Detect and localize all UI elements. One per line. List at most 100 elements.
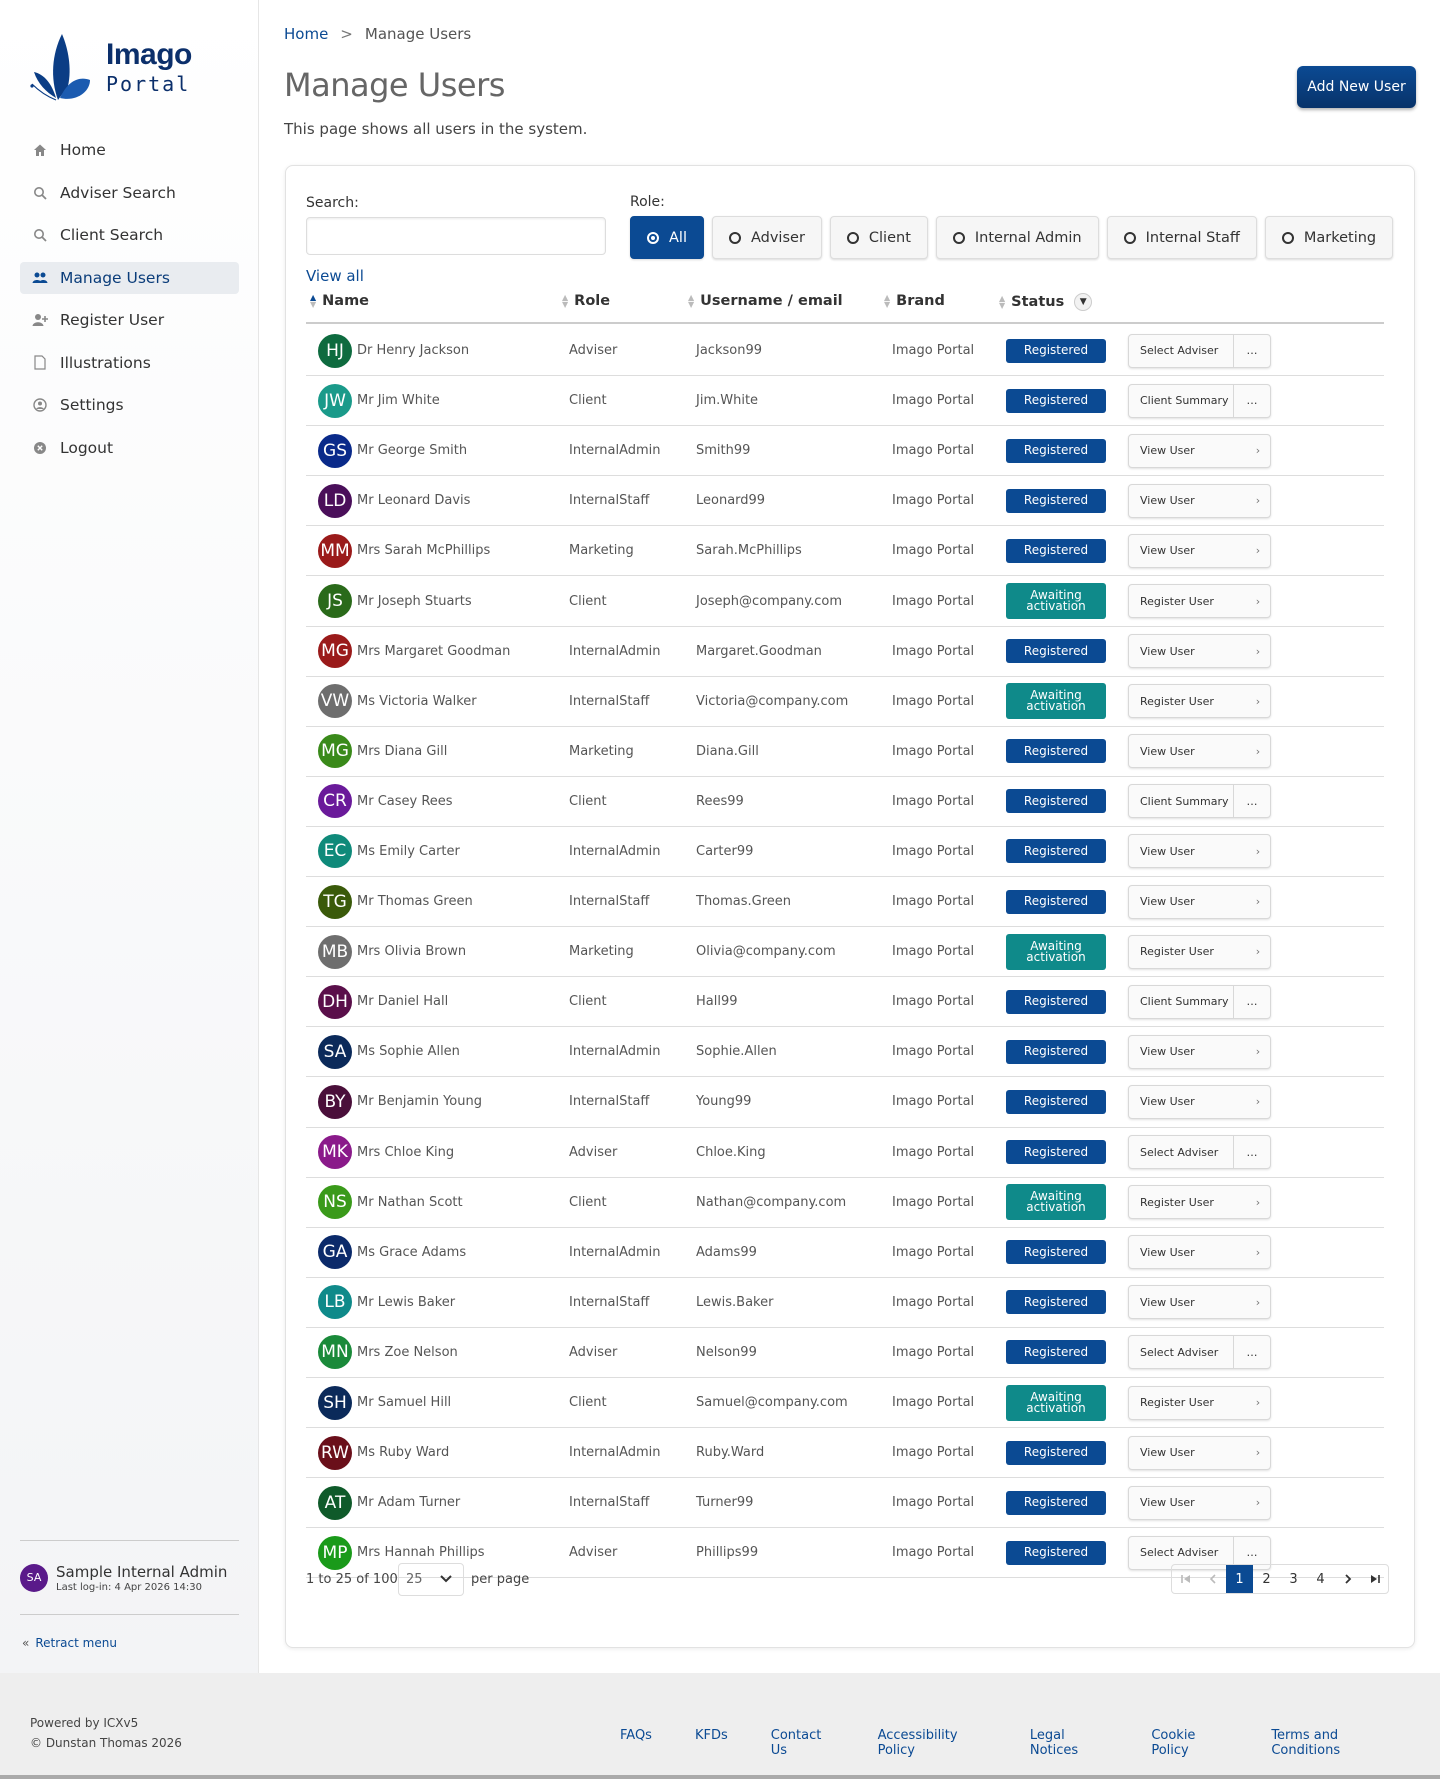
last-login: Last log-in: 4 Apr 2026 14:30	[56, 1581, 202, 1593]
footer-link-accessibility-policy[interactable]: Accessibility Policy	[878, 1728, 987, 1758]
sidebar-item-register-user[interactable]: Register User	[20, 304, 239, 336]
row-action-button[interactable]: View User ›	[1128, 1034, 1271, 1069]
row-action-button[interactable]: Register User ›	[1128, 934, 1271, 969]
current-user[interactable]: SA Sample Internal Admin Last log-in: 4 …	[20, 1540, 239, 1615]
first-page-icon[interactable]	[1172, 1565, 1199, 1593]
action-cell: Register User ›	[1128, 576, 1271, 625]
more-options-button[interactable]: …	[1233, 985, 1270, 1018]
row-action-button[interactable]: View User ›	[1128, 634, 1271, 669]
avatar: BY	[318, 1084, 352, 1119]
row-action-button[interactable]: Register User ›	[1128, 584, 1271, 619]
role-filter-internal-admin[interactable]: Internal Admin	[935, 216, 1099, 259]
logo[interactable]: Imago Portal	[28, 28, 198, 108]
footer-link-faqs[interactable]: FAQs	[620, 1728, 652, 1758]
role-cell: Client	[569, 393, 607, 409]
status-cell: Registered	[1006, 1328, 1106, 1377]
row-action-button[interactable]: View User ›	[1128, 834, 1271, 869]
user-full-name: Ms Grace Adams	[357, 1244, 467, 1260]
footer-link-terms-and-conditions[interactable]: Terms and Conditions	[1271, 1728, 1397, 1758]
action-label: Register User	[1140, 594, 1214, 608]
role-filter-all[interactable]: All	[630, 216, 704, 259]
name-cell: JW Mr Jim White	[318, 376, 440, 425]
avatar: AT	[318, 1485, 352, 1520]
footer-link-legal-notices[interactable]: Legal Notices	[1030, 1728, 1108, 1758]
column-header-label: Username / email	[700, 293, 843, 309]
row-action-button[interactable]: View User ›	[1128, 483, 1271, 518]
avatar: MM	[318, 533, 352, 568]
per-page-select[interactable]: 25	[398, 1563, 464, 1596]
action-label: Register User	[1140, 945, 1214, 959]
brand-cell: Imago Portal	[892, 443, 975, 459]
row-action-button[interactable]: View User ›	[1128, 1235, 1271, 1270]
users-card: Search: View all Role: All Adviser Client I…	[285, 165, 1415, 1648]
role-cell: InternalStaff	[569, 1495, 650, 1511]
row-action-button[interactable]: Client Summary…	[1128, 784, 1271, 819]
more-options-button[interactable]: …	[1233, 334, 1270, 367]
action-label: Select Adviser	[1140, 344, 1219, 358]
footer-link-contact-us[interactable]: Contact Us	[771, 1728, 835, 1758]
row-action-button[interactable]: View User ›	[1128, 533, 1271, 568]
more-options-button[interactable]: …	[1233, 1136, 1270, 1169]
column-header-status[interactable]: ▲ ▼ Status ▼	[999, 293, 1093, 311]
add-new-user-button[interactable]: Add New User	[1297, 66, 1416, 108]
role-filter-adviser[interactable]: Adviser	[711, 216, 822, 259]
role-cell: InternalAdmin	[569, 1445, 661, 1461]
column-header-brand[interactable]: ▲ ▼ Brand	[884, 293, 945, 309]
footer-link-cookie-policy[interactable]: Cookie Policy	[1151, 1728, 1228, 1758]
radio-icon	[728, 231, 741, 244]
column-header-name[interactable]: ▲ ▼ Name	[310, 293, 369, 309]
more-options-button[interactable]: …	[1233, 1336, 1270, 1369]
row-action-button[interactable]: Select Adviser…	[1128, 1335, 1271, 1370]
next-page-icon[interactable]	[1334, 1565, 1361, 1593]
brand-cell: Imago Portal	[892, 343, 975, 359]
page-1-button[interactable]: 1	[1226, 1565, 1253, 1593]
sidebar-item-client-search[interactable]: Client Search	[20, 219, 239, 251]
page-4-button[interactable]: 4	[1307, 1565, 1334, 1593]
row-action-button[interactable]: View User ›	[1128, 734, 1271, 769]
username-cell: Diana.Gill	[696, 743, 759, 759]
role-filter-client[interactable]: Client	[829, 216, 928, 259]
row-action-button[interactable]: View User ›	[1128, 884, 1271, 919]
role-filter-marketing[interactable]: Marketing	[1264, 216, 1394, 259]
user-full-name: Mr Casey Rees	[357, 793, 453, 809]
last-page-icon[interactable]	[1361, 1565, 1388, 1593]
breadcrumb-home-link[interactable]: Home	[284, 25, 328, 43]
more-options-button[interactable]: …	[1233, 384, 1270, 417]
previous-page-icon[interactable]	[1199, 1565, 1226, 1593]
table-row: VW Ms Victoria Walker InternalStaff Victori…	[306, 677, 1384, 727]
row-action-button[interactable]: View User ›	[1128, 1485, 1271, 1520]
row-action-button[interactable]: Register User ›	[1128, 1385, 1271, 1420]
sidebar-item-logout[interactable]: Logout	[20, 432, 239, 464]
row-action-button[interactable]: View User ›	[1128, 1435, 1271, 1470]
sidebar-item-adviser-search[interactable]: Adviser Search	[20, 177, 239, 209]
row-action-button[interactable]: Select Adviser…	[1128, 1135, 1271, 1170]
row-action-button[interactable]: Select Adviser …	[1128, 333, 1271, 368]
sidebar-item-home[interactable]: Home	[20, 134, 239, 166]
column-header-username[interactable]: ▲ ▼ Username / email	[688, 293, 843, 309]
row-action-button[interactable]: Register User ›	[1128, 1185, 1271, 1220]
page-2-button[interactable]: 2	[1253, 1565, 1280, 1593]
page-3-button[interactable]: 3	[1280, 1565, 1307, 1593]
search-input[interactable]	[306, 217, 606, 255]
sidebar-item-settings[interactable]: Settings	[20, 389, 239, 421]
row-action-button[interactable]: View User ›	[1128, 1285, 1271, 1320]
row-action-button[interactable]: Client Summary…	[1128, 383, 1271, 418]
filter-icon[interactable]: ▼	[1074, 293, 1093, 311]
column-header-role[interactable]: ▲ ▼ Role	[562, 293, 610, 309]
sidebar-item-manage-users[interactable]: Manage Users	[20, 261, 239, 294]
row-action-button[interactable]: View User ›	[1128, 1084, 1271, 1119]
row-action-button[interactable]: Register User ›	[1128, 684, 1271, 719]
sidebar-item-illustrations[interactable]: Illustrations	[20, 347, 239, 379]
row-action-button[interactable]: Client Summary…	[1128, 984, 1271, 1019]
row-action-button[interactable]: View User ›	[1128, 433, 1271, 468]
more-options-button[interactable]: …	[1233, 785, 1270, 818]
view-all-link[interactable]: View all	[306, 267, 364, 285]
retract-menu-link[interactable]: « Retract menu	[22, 1636, 117, 1650]
action-label: View User	[1140, 844, 1195, 858]
action-cell: Register User ›	[1128, 1378, 1271, 1427]
action-cell: Register User ›	[1128, 1178, 1271, 1227]
role-filter-internal-staff[interactable]: Internal Staff	[1106, 216, 1257, 259]
chevron-right-icon: ›	[1255, 1295, 1261, 1309]
chevron-right-icon: ›	[1255, 1095, 1261, 1109]
footer-link-kfds[interactable]: KFDs	[695, 1728, 728, 1758]
